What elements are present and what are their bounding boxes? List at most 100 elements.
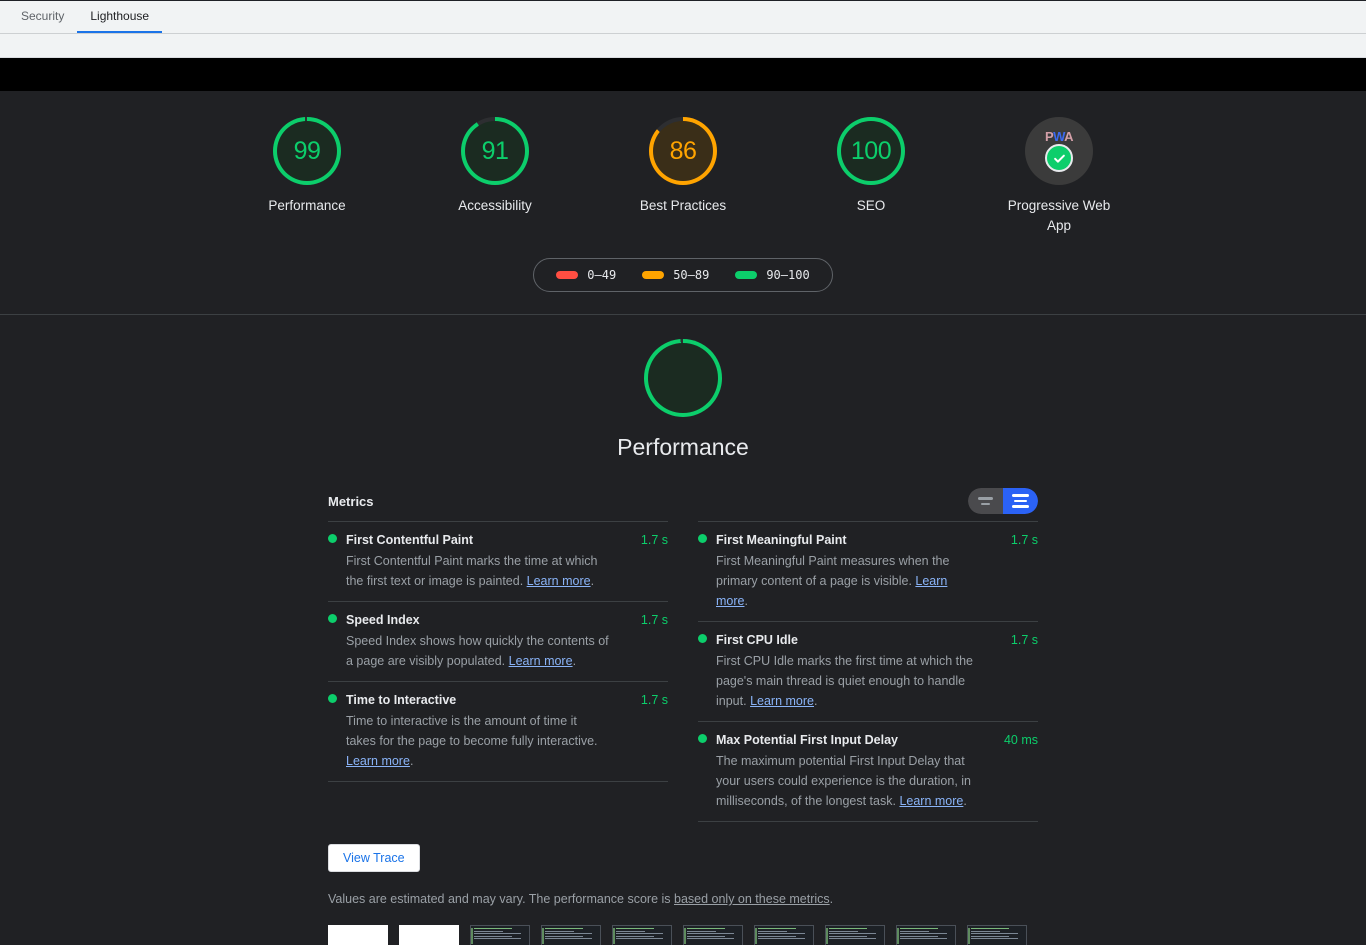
gauge-pwa[interactable]: PWA Progressive Web App [979, 117, 1139, 236]
filmstrip-frame-screenshot [754, 925, 814, 945]
scoring-metrics-link[interactable]: based only on these metrics [674, 892, 830, 906]
filmstrip-content-line [758, 928, 797, 929]
metric-description-tail: . [409, 754, 414, 768]
metrics-view-toggle-group [968, 488, 1038, 514]
learn-more-link[interactable]: Learn more [346, 754, 410, 768]
metric-header: First CPU Idle 1.7 s [698, 633, 1038, 647]
collapsed-view-toggle[interactable] [968, 488, 1003, 514]
filmstrip-frame-screenshot [612, 925, 672, 945]
filmstrip-content-line [545, 928, 584, 929]
filmstrip-content-line [900, 930, 930, 932]
learn-more-link[interactable]: Learn more [527, 574, 591, 588]
devtools-tab-security[interactable]: Security [8, 0, 77, 33]
filmstrip-content-line [616, 935, 655, 937]
filmstrip-content-line [971, 928, 1010, 929]
disclaimer-text: Values are estimated and may vary. The p… [328, 892, 674, 906]
metric-status-pass-icon [698, 734, 707, 743]
toggle-line [1012, 505, 1029, 508]
gauge-seo[interactable]: 100 SEO [791, 117, 951, 216]
metric-description: Speed Index shows how quickly the conten… [346, 631, 610, 671]
gauge-best-practices-label: Best Practices [639, 198, 727, 213]
gauge-performance-label: Performance [268, 198, 346, 213]
filmstrip-content-line [474, 933, 521, 935]
view-trace-button[interactable]: View Trace [328, 844, 420, 872]
learn-more-link[interactable]: Learn more [750, 694, 814, 708]
metric-description: Time to interactive is the amount of tim… [346, 711, 610, 771]
filmstrip-content-line [829, 935, 868, 937]
metric-value: 1.7 s [640, 693, 668, 707]
metric-max-potential-fid[interactable]: Max Potential First Input Delay 40 ms Th… [698, 721, 1038, 822]
learn-more-link[interactable]: Learn more [509, 654, 573, 668]
metric-speed-index[interactable]: Speed Index 1.7 s Speed Index shows how … [328, 601, 668, 681]
gauge-performance-ring: 99 [273, 117, 341, 185]
filmstrip-content-line [829, 933, 876, 935]
disclaimer-tail: . [829, 892, 834, 906]
metric-description: First Meaningful Paint measures when the… [716, 551, 980, 611]
filmstrip-content-line [758, 935, 797, 937]
gauge-accessibility-label: Accessibility [458, 198, 532, 213]
filmstrip-content-line [900, 928, 939, 929]
metric-first-cpu-idle[interactable]: First CPU Idle 1.7 s First CPU Idle mark… [698, 621, 1038, 721]
metric-status-pass-icon [698, 634, 707, 643]
metric-name: Max Potential First Input Delay [716, 733, 898, 747]
filmstrip-content-line [900, 938, 947, 940]
legend-swatch-pass [735, 271, 758, 279]
devtools-tab-lighthouse[interactable]: Lighthouse [77, 0, 163, 33]
legend-item-pass: 90–100 [735, 268, 810, 282]
metric-description-tail: . [744, 594, 748, 608]
filmstrip-content-line [758, 938, 805, 940]
filmstrip-frame-screenshot [683, 925, 743, 945]
filmstrip-frame-screenshot [896, 925, 956, 945]
metrics-toolbar: Metrics [328, 488, 1038, 514]
filmstrip-content-line [900, 935, 939, 937]
filmstrip-content-line [687, 935, 726, 937]
filmstrip-content-line [545, 938, 592, 940]
filmstrip-content-line [545, 935, 584, 937]
learn-more-link[interactable]: Learn more [899, 794, 963, 808]
filmstrip-content-line [829, 928, 868, 929]
metric-first-meaningful-paint[interactable]: First Meaningful Paint 1.7 s First Meani… [698, 521, 1038, 621]
gauge-seo-score: 100 [850, 136, 892, 165]
legend-label-pass: 90–100 [766, 268, 810, 282]
metrics-disclaimer: Values are estimated and may vary. The p… [328, 892, 1038, 906]
gauge-accessibility[interactable]: 91 Accessibility [415, 117, 575, 216]
category-performance: 99 Performance Metrics [0, 315, 1366, 945]
toggle-line [1014, 499, 1027, 503]
filmstrip-frame-screenshot [541, 925, 601, 945]
legend-label-fail: 0–49 [587, 268, 617, 282]
metric-name: First Meaningful Paint [716, 533, 847, 547]
devtools-tab-bar: Security Lighthouse [0, 0, 1366, 34]
metric-first-contentful-paint[interactable]: First Contentful Paint 1.7 s First Conte… [328, 521, 668, 601]
filmstrip-content-line [616, 928, 655, 929]
gauge-best-practices[interactable]: 86 Best Practices [603, 117, 763, 216]
pwa-check-icon [1045, 144, 1073, 172]
toggle-line [1012, 494, 1029, 497]
metrics-column-left: First Contentful Paint 1.7 s First Conte… [328, 521, 668, 822]
metric-status-pass-icon [698, 534, 707, 543]
metric-status-pass-icon [328, 534, 337, 543]
filmstrip-content-line [616, 938, 663, 940]
filmstrip-content-line [971, 935, 1010, 937]
metric-time-to-interactive[interactable]: Time to Interactive 1.7 s Time to intera… [328, 681, 668, 782]
metric-description: First CPU Idle marks the first time at w… [716, 651, 980, 711]
metric-header: Time to Interactive 1.7 s [328, 693, 668, 707]
filmstrip-content-line [474, 935, 513, 937]
metric-name: Time to Interactive [346, 693, 457, 707]
gauge-pwa-label: Progressive Web App [1007, 198, 1111, 233]
filmstrip-content-line [971, 938, 1018, 940]
metric-status-pass-icon [328, 614, 337, 623]
metric-value: 1.7 s [640, 533, 668, 547]
filmstrip-content-line [758, 933, 805, 935]
filmstrip-content-line [616, 930, 646, 932]
filmstrip-content-line [829, 938, 876, 940]
metric-header: First Meaningful Paint 1.7 s [698, 533, 1038, 547]
metric-description: First Contentful Paint marks the time at… [346, 551, 610, 591]
metric-description-tail: . [590, 574, 595, 588]
devtools-tab-security-label: Security [21, 8, 65, 23]
report-top-black-band [0, 58, 1366, 91]
metric-name: First CPU Idle [716, 633, 798, 647]
expanded-view-toggle[interactable] [1003, 488, 1038, 514]
legend-swatch-fail [556, 271, 579, 279]
score-gauges: 99 Performance 91 Accessibility 86 Best … [0, 117, 1366, 236]
gauge-performance[interactable]: 99 Performance [227, 117, 387, 216]
